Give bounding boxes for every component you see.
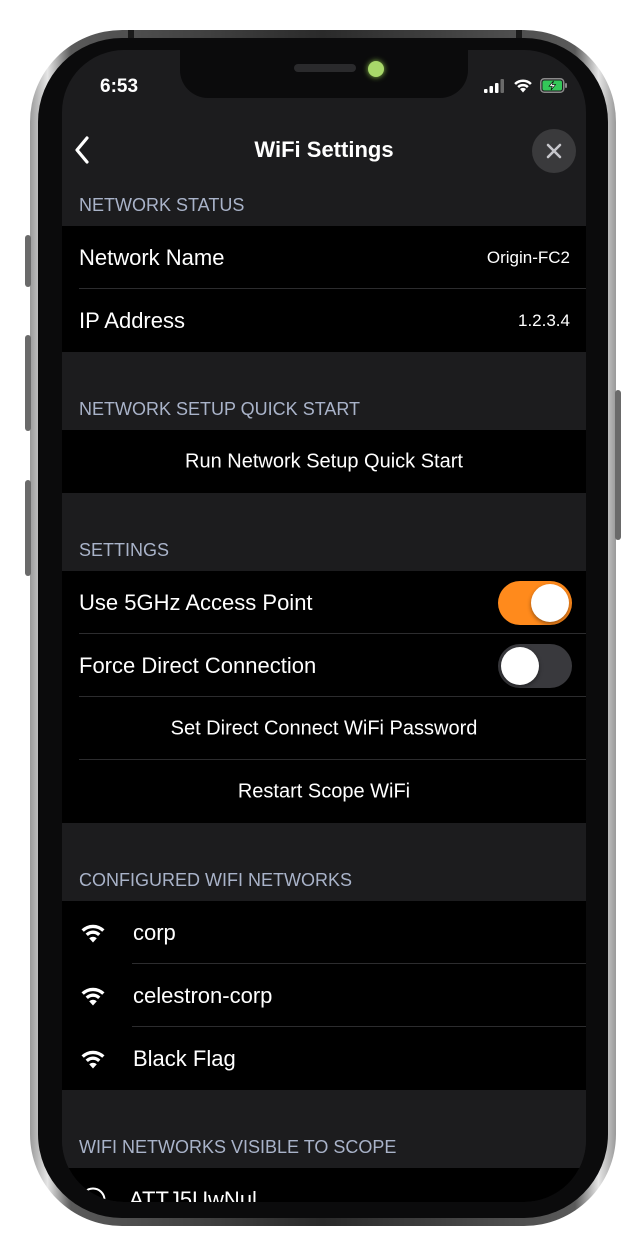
wifi-status-icon — [514, 79, 532, 93]
antenna-line — [128, 30, 134, 38]
force-direct-row: Force Direct Connection — [62, 634, 586, 697]
close-icon — [546, 143, 562, 159]
force-direct-label: Force Direct Connection — [79, 652, 317, 678]
network-name: ATTJ5UwNul — [129, 1186, 257, 1203]
status-icons — [484, 78, 568, 93]
wifi-icon — [81, 924, 105, 942]
configured-network-row[interactable]: Black Flag — [62, 1027, 586, 1090]
power-button — [615, 390, 621, 540]
section-header-quick-start: NETWORK SETUP QUICK START — [62, 352, 586, 430]
restart-wifi-button[interactable]: Restart Scope WiFi — [62, 760, 586, 823]
wifi-outline-icon — [80, 1187, 106, 1202]
section-header-label: CONFIGURED WIFI NETWORKS — [79, 870, 352, 890]
settings-list: NETWORK STATUS Network Name Origin-FC2 I… — [62, 180, 586, 1202]
run-quick-start-button[interactable]: Run Network Setup Quick Start — [62, 430, 586, 493]
action-button — [25, 235, 31, 287]
wifi-icon — [81, 987, 105, 1005]
set-password-label: Set Direct Connect WiFi Password — [170, 717, 478, 739]
set-password-button[interactable]: Set Direct Connect WiFi Password — [62, 697, 586, 760]
ip-address-value: 1.2.3.4 — [518, 310, 570, 330]
wifi-icon — [81, 1050, 105, 1068]
section-header-settings: SETTINGS — [62, 493, 586, 571]
visible-network-row[interactable]: ATTJ5UwNul — [62, 1168, 586, 1202]
network-name-row: Network Name Origin-FC2 — [62, 226, 586, 289]
toggle-knob — [501, 646, 539, 685]
close-button[interactable] — [532, 129, 576, 173]
cellular-signal-icon — [484, 78, 504, 93]
section-header-network-status: NETWORK STATUS — [62, 180, 586, 226]
ip-address-label: IP Address — [79, 307, 185, 333]
page-title: WiFi Settings — [254, 137, 394, 162]
network-name: corp — [133, 919, 176, 945]
volume-down-button — [25, 480, 31, 576]
section-header-label: NETWORK STATUS — [79, 195, 245, 215]
section-header-label: SETTINGS — [79, 540, 170, 560]
configured-network-row[interactable]: corp — [62, 901, 586, 964]
battery-charging-icon — [540, 78, 567, 93]
section-header-configured: CONFIGURED WIFI NETWORKS — [62, 823, 586, 901]
notch — [180, 50, 468, 98]
camera-indicator — [368, 61, 384, 77]
antenna-line — [516, 30, 522, 38]
toggle-knob — [531, 583, 569, 622]
ip-address-row: IP Address 1.2.3.4 — [62, 289, 586, 352]
network-name: celestron-corp — [133, 982, 273, 1008]
restart-wifi-label: Restart Scope WiFi — [237, 780, 411, 802]
network-name: Black Flag — [133, 1045, 236, 1071]
force-direct-toggle[interactable] — [498, 643, 572, 688]
use-5ghz-label: Use 5GHz Access Point — [79, 589, 313, 615]
section-header-label: NETWORK SETUP QUICK START — [79, 399, 361, 419]
status-time: 6:53 — [100, 76, 139, 97]
use-5ghz-row: Use 5GHz Access Point — [62, 571, 586, 634]
volume-up-button — [25, 335, 31, 431]
speaker-grille — [294, 64, 356, 72]
section-header-label: WIFI NETWORKS VISIBLE TO SCOPE — [79, 1137, 397, 1157]
navigation-bar: WiFi Settings — [62, 120, 586, 180]
use-5ghz-toggle[interactable] — [498, 580, 572, 625]
section-header-visible: WIFI NETWORKS VISIBLE TO SCOPE — [62, 1090, 586, 1168]
configured-network-row[interactable]: celestron-corp — [62, 964, 586, 1027]
run-quick-start-label: Run Network Setup Quick Start — [185, 450, 463, 472]
network-name-label: Network Name — [79, 244, 225, 270]
screen: 6:53 WiFi Settings NETWORK STATUS Networ… — [62, 50, 586, 1202]
network-name-value: Origin-FC2 — [486, 247, 570, 267]
